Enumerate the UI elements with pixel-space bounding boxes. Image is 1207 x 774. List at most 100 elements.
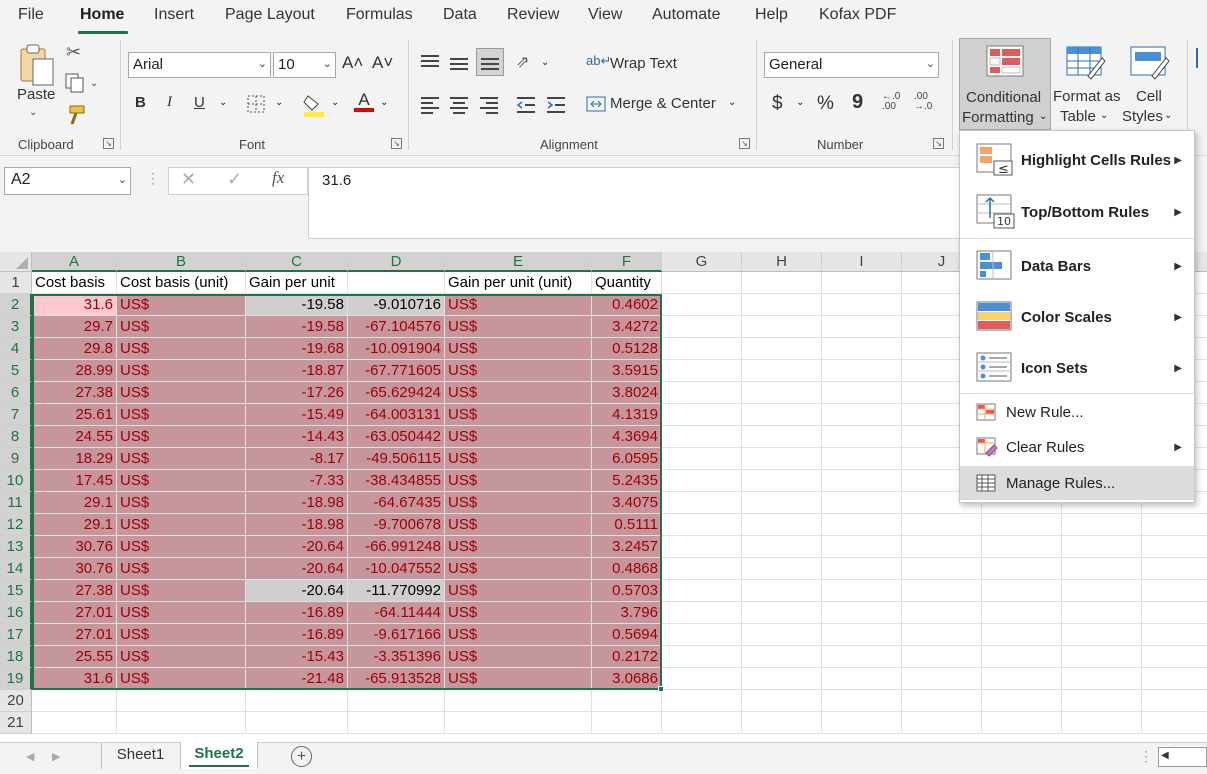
menu-data[interactable]: Data bbox=[443, 6, 477, 24]
menu-view[interactable]: View bbox=[588, 6, 622, 24]
font-name-select[interactable]: Arial ⌄ bbox=[128, 52, 271, 78]
cell[interactable] bbox=[822, 536, 902, 558]
cell[interactable] bbox=[32, 712, 117, 734]
cell[interactable]: 31.6 bbox=[32, 668, 117, 690]
bold-button[interactable]: B bbox=[135, 94, 146, 111]
cell[interactable]: -19.58 bbox=[246, 294, 348, 316]
cell[interactable]: -3.351396 bbox=[348, 646, 445, 668]
cell[interactable]: -18.98 bbox=[246, 492, 348, 514]
menu-item-clear-rules[interactable]: Clear Rules ▶ bbox=[960, 430, 1194, 464]
column-header[interactable]: A bbox=[32, 252, 117, 272]
cell[interactable] bbox=[445, 690, 592, 712]
cell[interactable]: -18.98 bbox=[246, 514, 348, 536]
cell[interactable] bbox=[902, 536, 982, 558]
cell[interactable]: US$ bbox=[445, 470, 592, 492]
cell[interactable]: -64.003131 bbox=[348, 404, 445, 426]
cell[interactable]: US$ bbox=[445, 580, 592, 602]
menu-insert[interactable]: Insert bbox=[154, 6, 194, 24]
row-header[interactable]: 16 bbox=[0, 602, 32, 624]
cell[interactable] bbox=[982, 536, 1062, 558]
format-as-table-button[interactable]: Format as Table ⌄ bbox=[1052, 38, 1121, 130]
merge-center-icon[interactable] bbox=[586, 94, 606, 114]
cell[interactable]: -67.771605 bbox=[348, 360, 445, 382]
cell[interactable]: -9.617166 bbox=[348, 624, 445, 646]
cell[interactable] bbox=[662, 404, 742, 426]
cell[interactable]: 3.796 bbox=[592, 602, 662, 624]
cell[interactable] bbox=[982, 646, 1062, 668]
cell[interactable] bbox=[1142, 668, 1207, 690]
enter-icon[interactable]: ✓ bbox=[227, 169, 242, 190]
cell[interactable] bbox=[662, 426, 742, 448]
scroll-right-icon[interactable]: ▶ bbox=[52, 750, 60, 763]
cell[interactable]: US$ bbox=[445, 448, 592, 470]
clipboard-launcher-icon[interactable]: ↘ bbox=[103, 138, 114, 149]
cell[interactable] bbox=[32, 690, 117, 712]
alignment-launcher-icon[interactable]: ↘ bbox=[739, 138, 750, 149]
cell[interactable]: 29.1 bbox=[32, 492, 117, 514]
cell[interactable] bbox=[822, 404, 902, 426]
cell[interactable]: US$ bbox=[445, 316, 592, 338]
cell[interactable]: US$ bbox=[445, 382, 592, 404]
cell[interactable]: -21.48 bbox=[246, 668, 348, 690]
cell[interactable]: 29.1 bbox=[32, 514, 117, 536]
cell[interactable] bbox=[822, 426, 902, 448]
align-right-icon[interactable] bbox=[478, 94, 500, 116]
row-header[interactable]: 5 bbox=[0, 360, 32, 382]
cell[interactable]: US$ bbox=[117, 602, 246, 624]
menu-home[interactable]: Home bbox=[80, 6, 124, 24]
menu-item-top-bottom-rules[interactable]: 10 Top/Bottom Rules ▶ bbox=[960, 187, 1194, 237]
cell[interactable]: Cost basis (unit) bbox=[117, 272, 246, 294]
fill-color-icon[interactable] bbox=[302, 92, 326, 118]
cell[interactable]: US$ bbox=[445, 536, 592, 558]
copy-icon[interactable] bbox=[64, 72, 86, 94]
cell[interactable] bbox=[902, 602, 982, 624]
cell[interactable]: US$ bbox=[445, 624, 592, 646]
cell[interactable] bbox=[902, 580, 982, 602]
cell[interactable] bbox=[742, 294, 822, 316]
cell[interactable] bbox=[246, 712, 348, 734]
currency-dropdown-icon[interactable]: ⌄ bbox=[796, 97, 804, 108]
cell[interactable]: -14.43 bbox=[246, 426, 348, 448]
cell[interactable] bbox=[902, 646, 982, 668]
number-launcher-icon[interactable]: ↘ bbox=[933, 138, 944, 149]
orientation-icon[interactable]: ⇗ bbox=[516, 52, 529, 72]
merge-center-button[interactable]: Merge & Center bbox=[610, 95, 716, 112]
cell[interactable] bbox=[662, 514, 742, 536]
cell[interactable]: -63.050442 bbox=[348, 426, 445, 448]
sheet-tab-sheet1[interactable]: Sheet1 bbox=[101, 743, 179, 769]
cell[interactable] bbox=[742, 646, 822, 668]
cell[interactable] bbox=[742, 338, 822, 360]
cell[interactable] bbox=[1142, 624, 1207, 646]
cell[interactable] bbox=[822, 338, 902, 360]
cell[interactable]: 17.45 bbox=[32, 470, 117, 492]
paste-button[interactable] bbox=[12, 40, 58, 90]
cell[interactable] bbox=[822, 646, 902, 668]
cell[interactable]: 30.76 bbox=[32, 536, 117, 558]
cell[interactable] bbox=[348, 712, 445, 734]
cell[interactable] bbox=[662, 382, 742, 404]
cell[interactable]: US$ bbox=[117, 448, 246, 470]
cut-icon[interactable]: ✂ bbox=[66, 42, 81, 63]
cell[interactable] bbox=[662, 294, 742, 316]
menu-item-data-bars[interactable]: Data Bars ▶ bbox=[960, 241, 1194, 291]
cell[interactable] bbox=[1142, 558, 1207, 580]
menu-item-color-scales[interactable]: Color Scales ▶ bbox=[960, 292, 1194, 342]
cell[interactable] bbox=[742, 602, 822, 624]
align-left-icon[interactable] bbox=[419, 94, 441, 116]
cell[interactable] bbox=[982, 514, 1062, 536]
cancel-icon[interactable]: ✕ bbox=[181, 169, 196, 190]
menu-item-highlight-cells-rules[interactable]: ≤ Highlight Cells Rules ▶ bbox=[960, 135, 1194, 185]
cell[interactable]: 25.55 bbox=[32, 646, 117, 668]
row-header[interactable]: 8 bbox=[0, 426, 32, 448]
cell[interactable]: -18.87 bbox=[246, 360, 348, 382]
cell[interactable] bbox=[742, 624, 822, 646]
cell[interactable]: -15.49 bbox=[246, 404, 348, 426]
decrease-font-size-button[interactable]: A˅ bbox=[372, 53, 393, 73]
cell[interactable] bbox=[982, 712, 1062, 734]
cell[interactable]: 3.5915 bbox=[592, 360, 662, 382]
formula-input[interactable]: 31.6 bbox=[308, 167, 968, 239]
cell[interactable] bbox=[662, 646, 742, 668]
font-launcher-icon[interactable]: ↘ bbox=[391, 138, 402, 149]
cell[interactable] bbox=[822, 514, 902, 536]
name-box[interactable]: A2 ⌄ bbox=[4, 167, 131, 195]
